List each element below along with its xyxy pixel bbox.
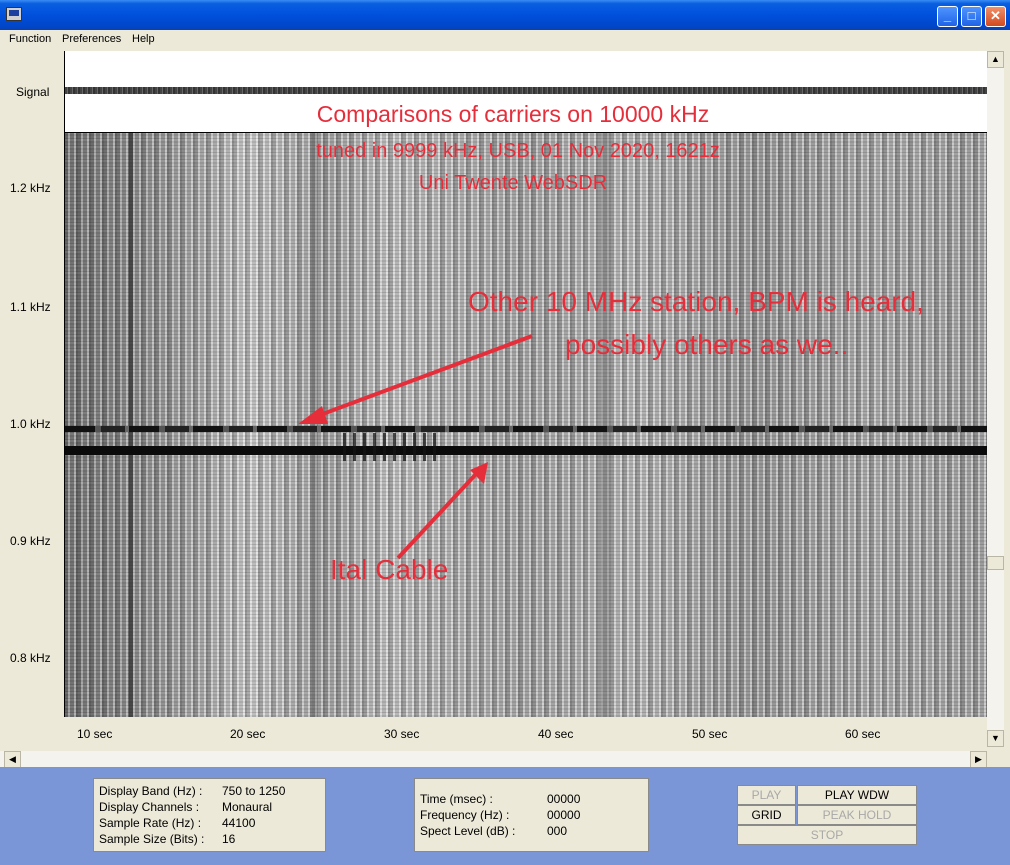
time-readout-value: 00000 bbox=[547, 792, 581, 806]
annotation-title: Comparisons of carriers on 10000 kHz bbox=[316, 101, 710, 127]
freq-tick-label: 0.8 kHz bbox=[10, 651, 51, 665]
time-tick-label: 10 sec bbox=[77, 727, 113, 741]
time-tick-label: 40 sec bbox=[538, 727, 574, 741]
bpm-arrowhead bbox=[298, 406, 328, 424]
annotation-source: Uni Twente WebSDR bbox=[418, 172, 608, 194]
scroll-down-icon[interactable]: ▼ bbox=[987, 730, 1004, 747]
sample-rate-value: 44100 bbox=[222, 816, 256, 830]
stop-button[interactable]: STOP bbox=[737, 825, 917, 845]
ital-arrow-line bbox=[396, 472, 478, 560]
horizontal-scrollbar[interactable]: ◀ ▶ bbox=[0, 751, 987, 768]
ital-arrowhead bbox=[470, 462, 488, 484]
annotation-bpm-line2: possibly others as we.. bbox=[565, 329, 849, 360]
vertical-scroll-thumb[interactable] bbox=[987, 556, 1004, 570]
play-window-button[interactable]: PLAY WDW bbox=[797, 785, 917, 805]
play-button[interactable]: PLAY bbox=[737, 785, 796, 805]
peak-hold-button[interactable]: PEAK HOLD bbox=[797, 805, 917, 825]
display-channels-value: Monaural bbox=[222, 800, 273, 814]
time-readout-label: Time (msec) : bbox=[420, 792, 493, 806]
time-tick-label: 60 sec bbox=[845, 727, 881, 741]
annotation-bpm-line1: Other 10 MHz station, BPM is heard, bbox=[468, 286, 924, 317]
display-band-label: Display Band (Hz) : bbox=[99, 784, 203, 798]
sample-size-label: Sample Size (Bits) : bbox=[99, 832, 205, 846]
scroll-right-icon[interactable]: ▶ bbox=[970, 751, 987, 768]
freq-tick-label: 1.1 kHz bbox=[10, 300, 51, 314]
status-panel: Display Band (Hz) : 750 to 1250 Display … bbox=[0, 767, 1010, 865]
grid-button[interactable]: GRID bbox=[737, 805, 796, 825]
sample-size-value: 16 bbox=[222, 832, 236, 846]
time-tick-label: 30 sec bbox=[384, 727, 420, 741]
freq-tick-label: 0.9 kHz bbox=[10, 534, 51, 548]
level-readout-value: 000 bbox=[547, 824, 568, 838]
readout-box: Time (msec) : 00000 Frequency (Hz) : 000… bbox=[414, 778, 649, 852]
time-tick-label: 20 sec bbox=[230, 727, 266, 741]
bpm-arrow-line bbox=[311, 334, 533, 420]
level-readout-label: Spect Level (dB) : bbox=[420, 824, 516, 838]
freq-tick-label: 1.2 kHz bbox=[10, 181, 51, 195]
frequency-readout-label: Frequency (Hz) : bbox=[420, 808, 510, 822]
sample-rate-label: Sample Rate (Hz) : bbox=[99, 816, 202, 830]
display-channels-label: Display Channels : bbox=[99, 800, 200, 814]
vertical-scrollbar[interactable]: ▲ ▼ bbox=[987, 51, 1004, 747]
annotation-subtitle: tuned in 9999 kHz, USB, 01 Nov 2020, 162… bbox=[316, 140, 720, 162]
freq-tick-label: 1.0 kHz bbox=[10, 417, 51, 431]
time-tick-label: 50 sec bbox=[692, 727, 728, 741]
annotation-ital-cable: Ital Cable bbox=[330, 554, 449, 585]
scroll-left-icon[interactable]: ◀ bbox=[4, 751, 21, 768]
display-band-value: 750 to 1250 bbox=[222, 784, 286, 798]
display-info-box: Display Band (Hz) : 750 to 1250 Display … bbox=[93, 778, 326, 852]
scroll-up-icon[interactable]: ▲ bbox=[987, 51, 1004, 68]
frequency-readout-value: 00000 bbox=[547, 808, 581, 822]
